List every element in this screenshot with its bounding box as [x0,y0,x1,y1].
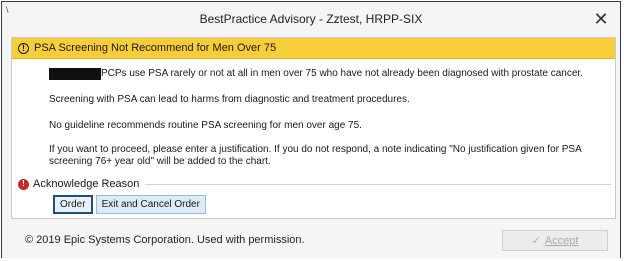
dialog-footer: © 2019 Epic Systems Corporation. Used wi… [2,220,620,258]
close-icon[interactable]: ✕ [592,10,610,28]
acknowledge-reason-row: ! Acknowledge Reason [18,177,611,191]
advisory-dialog: \ BestPractice Advisory - Zztest, HRPP-S… [1,1,621,258]
copyright-text: © 2019 Epic Systems Corporation. Used wi… [25,234,305,246]
advisory-panel: ! PSA Screening Not Recommend for Men Ov… [11,37,616,219]
paragraph-1-text: PCPs use PSA rarely or not at all in men… [101,68,583,79]
title-bar: \ BestPractice Advisory - Zztest, HRPP-S… [2,2,620,36]
exit-and-cancel-order-button[interactable]: Exit and Cancel Order [95,195,206,214]
acknowledge-label: Acknowledge Reason [33,178,140,190]
checkmark-icon: ✓ [531,235,541,247]
advisory-paragraph-2: Screening with PSA can lead to harms fro… [49,94,410,105]
corner-mark: \ [6,5,9,15]
accept-label: Accept [544,234,579,247]
order-button[interactable]: Order [53,195,93,214]
redaction-box [49,68,101,80]
acknowledge-buttons: Order Exit and Cancel Order [53,195,206,214]
alert-circle-icon: ! [18,42,29,54]
window-title: BestPractice Advisory - Zztest, HRPP-SIX [199,12,423,26]
accept-button[interactable]: ✓ Accept [502,230,608,251]
acknowledge-divider [145,183,611,185]
advisory-body: PCPs use PSA rarely or not at all in men… [12,68,615,168]
advisory-paragraph-1: PCPs use PSA rarely or not at all in men… [49,68,605,80]
required-error-icon: ! [18,178,29,190]
advisory-header: ! PSA Screening Not Recommend for Men Ov… [12,38,615,59]
advisory-title: PSA Screening Not Recommend for Men Over… [34,42,277,54]
advisory-paragraph-3: No guideline recommends routine PSA scre… [49,120,362,131]
advisory-paragraph-4: If you want to proceed, please enter a j… [49,144,582,167]
